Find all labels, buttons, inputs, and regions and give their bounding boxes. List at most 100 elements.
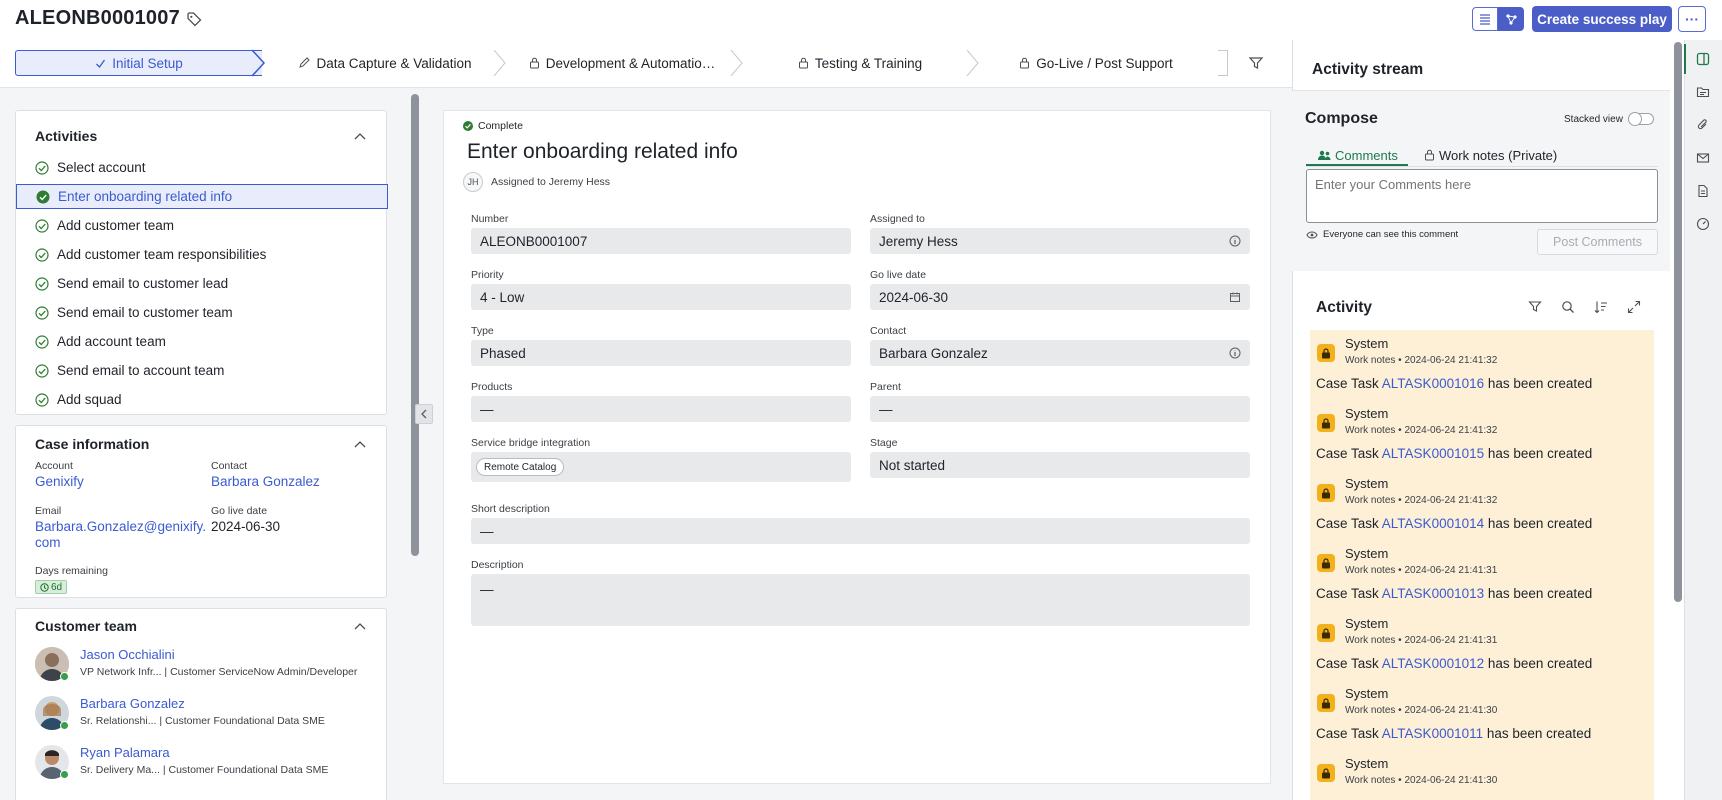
case-task-link[interactable]: ALTASK0001012 xyxy=(1382,656,1484,671)
lock-icon xyxy=(1020,57,1030,69)
stage-arrow xyxy=(252,49,266,77)
member-name-link[interactable]: Jason Occhialini xyxy=(80,647,175,662)
parent-field[interactable]: — xyxy=(870,396,1250,422)
activity-item-label: Add customer team responsibilities xyxy=(57,247,267,262)
service-bridge-field[interactable]: Remote Catalog xyxy=(471,452,851,482)
tag-icon[interactable] xyxy=(186,11,202,27)
member-name-link[interactable]: Barbara Gonzalez xyxy=(80,696,185,711)
priority-field[interactable]: 4 - Low xyxy=(471,284,851,310)
check-circle-icon xyxy=(35,392,49,407)
lock-icon xyxy=(1322,557,1330,568)
stage-separator xyxy=(493,50,506,76)
chevron-up-icon[interactable] xyxy=(354,131,366,143)
lock-icon xyxy=(1322,487,1330,498)
check-circle-filled-icon xyxy=(463,121,473,131)
stage-go-live[interactable]: Go-Live / Post Support xyxy=(984,50,1208,76)
assigned-to-field[interactable]: Jeremy Hess xyxy=(870,228,1250,254)
activity-item[interactable]: Send email to account team xyxy=(16,358,388,383)
status-text: Complete xyxy=(478,120,523,132)
member-name-link[interactable]: Ryan Palamara xyxy=(80,745,170,760)
go-live-date-field[interactable]: 2024-06-30 xyxy=(870,284,1250,310)
account-link[interactable]: Genixify xyxy=(35,474,84,489)
sort-icon[interactable] xyxy=(1594,300,1608,314)
stage-development[interactable]: Development & Automatio… xyxy=(510,50,734,76)
post-comments-button[interactable]: Post Comments xyxy=(1537,229,1658,255)
number-field[interactable]: ALEONB0001007 xyxy=(471,228,851,254)
network-icon xyxy=(1505,13,1517,25)
email-link-line1[interactable]: Barbara.Gonzalez@genixify. xyxy=(35,519,206,534)
entry-meta: Work notes • 2024-06-24 21:41:32 xyxy=(1345,355,1498,366)
case-task-link[interactable]: ALTASK0001014 xyxy=(1382,516,1484,531)
collapse-panel-button[interactable] xyxy=(415,404,433,424)
contact-link[interactable]: Barbara Gonzalez xyxy=(211,474,320,489)
entry-text: Case Task ALTASK0001015 has been created xyxy=(1316,446,1592,461)
assignee-line: JH Assigned to Jeremy Hess xyxy=(463,172,610,192)
expand-icon[interactable] xyxy=(1627,300,1641,314)
stage-testing[interactable]: Testing & Training xyxy=(748,50,972,76)
work-notes-lock-icon xyxy=(1317,554,1335,572)
activity-item[interactable]: Enter onboarding related info xyxy=(16,184,388,209)
description-field[interactable]: — xyxy=(471,574,1250,626)
assignee-avatar[interactable]: JH xyxy=(463,172,483,192)
more-actions-button[interactable]: ··· xyxy=(1678,6,1706,32)
create-success-play-button[interactable]: Create success play xyxy=(1532,6,1672,32)
type-field[interactable]: Phased xyxy=(471,340,851,366)
calendar-icon[interactable] xyxy=(1229,291,1241,303)
remote-catalog-chip[interactable]: Remote Catalog xyxy=(476,458,565,476)
info-icon[interactable] xyxy=(1229,347,1241,359)
list-view-button[interactable] xyxy=(1472,7,1498,31)
case-task-link[interactable]: ALTASK0001015 xyxy=(1382,446,1484,461)
activity-item[interactable]: Add account team xyxy=(16,329,388,354)
lock-icon xyxy=(1322,417,1330,428)
days-remaining-badge: 6d xyxy=(35,580,68,594)
case-task-link[interactable]: ALTASK0001016 xyxy=(1382,376,1484,391)
assigned-to-value: Jeremy Hess xyxy=(879,233,958,249)
work-notes-lock-icon xyxy=(1317,484,1335,502)
entry-suffix: has been created xyxy=(1484,376,1593,391)
people-icon xyxy=(1318,150,1331,160)
stage-initial-setup[interactable]: Initial Setup xyxy=(15,50,262,76)
work-notes-lock-icon xyxy=(1317,344,1335,362)
entry-prefix: Case Task xyxy=(1316,376,1382,391)
stage-data-capture[interactable]: Data Capture & Validation xyxy=(270,50,500,76)
email-icon[interactable] xyxy=(1696,151,1710,165)
short-description-field[interactable]: — xyxy=(471,518,1250,544)
entry-prefix: Case Task xyxy=(1316,586,1382,601)
activity-item[interactable]: Send email to customer lead xyxy=(16,271,388,296)
activity-item[interactable]: Add squad xyxy=(16,387,388,412)
activity-item[interactable]: Add customer team xyxy=(16,213,388,238)
account-label: Account xyxy=(35,460,73,472)
filter-icon[interactable] xyxy=(1528,300,1542,314)
products-field[interactable]: — xyxy=(471,396,851,422)
left-panel-scrollbar[interactable] xyxy=(411,94,419,556)
activity-item[interactable]: Select account xyxy=(16,155,388,180)
stage-field[interactable]: Not started xyxy=(870,452,1250,478)
entry-meta: Work notes • 2024-06-24 21:41:32 xyxy=(1345,425,1498,436)
case-task-link[interactable]: ALTASK0001013 xyxy=(1382,586,1484,601)
case-task-link[interactable]: ALTASK0001011 xyxy=(1382,726,1483,741)
activity-item[interactable]: Add customer team responsibilities xyxy=(16,242,388,267)
activity-item[interactable]: Send email to customer team xyxy=(16,300,388,325)
chevron-up-icon[interactable] xyxy=(354,621,366,633)
entry-text: Case Task ALTASK0001012 has been created xyxy=(1316,656,1592,671)
activity-stream-icon[interactable] xyxy=(1696,52,1710,66)
dashboard-icon[interactable] xyxy=(1696,217,1710,231)
member-role: Sr. Relationshi... | Customer Foundation… xyxy=(80,715,325,727)
folder-icon[interactable] xyxy=(1696,85,1710,99)
contact-field[interactable]: Barbara Gonzalez xyxy=(870,340,1250,366)
email-link-line2[interactable]: com xyxy=(35,535,61,550)
comment-input[interactable] xyxy=(1306,169,1658,223)
status-indicator: Complete xyxy=(463,120,523,132)
tab-work-notes[interactable]: Work notes (Private) xyxy=(1424,143,1557,167)
relationship-view-button[interactable] xyxy=(1498,7,1524,31)
activity-stream-scrollbar[interactable] xyxy=(1674,42,1682,602)
document-icon[interactable] xyxy=(1696,184,1710,198)
compose-title: Compose xyxy=(1305,110,1378,127)
info-icon[interactable] xyxy=(1229,235,1241,247)
chevron-up-icon[interactable] xyxy=(354,439,366,451)
activities-title: Activities xyxy=(35,128,98,144)
lock-icon xyxy=(1322,767,1330,778)
attachment-icon[interactable] xyxy=(1696,118,1710,132)
search-icon[interactable] xyxy=(1561,300,1575,314)
filter-icon[interactable] xyxy=(1248,55,1264,71)
